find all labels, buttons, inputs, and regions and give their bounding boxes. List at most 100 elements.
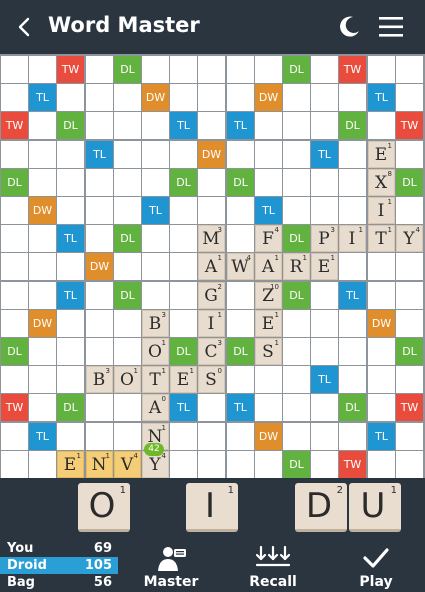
- premium-square-dl[interactable]: DL: [396, 169, 423, 196]
- board-square[interactable]: [283, 197, 310, 224]
- premium-square-tl[interactable]: TL: [255, 197, 282, 224]
- premium-square-tw[interactable]: TW: [396, 112, 423, 139]
- board-square[interactable]: [57, 423, 84, 450]
- board-square[interactable]: [283, 84, 310, 111]
- placed-tile-new[interactable]: V4: [114, 451, 141, 478]
- board-square[interactable]: [339, 253, 366, 280]
- board-square[interactable]: [57, 141, 84, 168]
- premium-square-tl[interactable]: TL: [170, 394, 197, 421]
- board-square[interactable]: [114, 253, 141, 280]
- board-square[interactable]: [29, 225, 56, 252]
- board-square[interactable]: [57, 253, 84, 280]
- board-square[interactable]: [368, 253, 395, 280]
- board-square[interactable]: [29, 338, 56, 365]
- board-square[interactable]: [283, 423, 310, 450]
- board-square[interactable]: [311, 197, 338, 224]
- board-square[interactable]: [227, 225, 254, 252]
- board-square[interactable]: [339, 141, 366, 168]
- rack-tile[interactable]: U1: [349, 483, 401, 532]
- board-square[interactable]: [283, 112, 310, 139]
- board-square[interactable]: [368, 394, 395, 421]
- board-square[interactable]: [198, 112, 225, 139]
- board-square[interactable]: [142, 169, 169, 196]
- premium-square-tl[interactable]: TL: [368, 423, 395, 450]
- board-square[interactable]: [86, 338, 113, 365]
- premium-square-tl[interactable]: TL: [29, 84, 56, 111]
- board-square[interactable]: [311, 394, 338, 421]
- board-square[interactable]: [311, 338, 338, 365]
- premium-square-tw[interactable]: TW: [396, 394, 423, 421]
- board-square[interactable]: [339, 366, 366, 393]
- board-square[interactable]: [396, 451, 423, 478]
- back-arrow-icon[interactable]: [14, 14, 36, 40]
- board-square[interactable]: [255, 394, 282, 421]
- premium-square-dw[interactable]: DW: [255, 84, 282, 111]
- premium-square-tl[interactable]: TL: [227, 112, 254, 139]
- premium-square-dl[interactable]: DL: [170, 169, 197, 196]
- board-square[interactable]: [29, 141, 56, 168]
- board-square[interactable]: [57, 197, 84, 224]
- premium-square-tl[interactable]: TL: [86, 141, 113, 168]
- premium-square-dw[interactable]: DW: [255, 423, 282, 450]
- board-square[interactable]: [368, 366, 395, 393]
- board-square[interactable]: [198, 197, 225, 224]
- board-square[interactable]: [255, 366, 282, 393]
- board-square[interactable]: [29, 253, 56, 280]
- premium-square-dl[interactable]: DL: [57, 112, 84, 139]
- board-square[interactable]: [396, 366, 423, 393]
- premium-square-dl[interactable]: DL: [283, 282, 310, 309]
- board-square[interactable]: [1, 56, 28, 83]
- board-square[interactable]: [368, 112, 395, 139]
- board-square[interactable]: [227, 310, 254, 337]
- board-square[interactable]: [396, 423, 423, 450]
- board-square[interactable]: [86, 84, 113, 111]
- premium-square-tw[interactable]: TW: [1, 394, 28, 421]
- board-square[interactable]: [142, 56, 169, 83]
- board-square[interactable]: [198, 423, 225, 450]
- board-square[interactable]: [311, 84, 338, 111]
- board-square[interactable]: [227, 197, 254, 224]
- board-square[interactable]: [57, 366, 84, 393]
- board-square[interactable]: [311, 423, 338, 450]
- board-square[interactable]: [86, 310, 113, 337]
- board-square[interactable]: [114, 141, 141, 168]
- premium-square-dl[interactable]: DL: [283, 225, 310, 252]
- premium-square-tw[interactable]: TW: [57, 56, 84, 83]
- rack-tile[interactable]: I1: [186, 483, 238, 532]
- board-square[interactable]: [283, 169, 310, 196]
- board-square[interactable]: [170, 141, 197, 168]
- board-square[interactable]: [396, 310, 423, 337]
- board-square[interactable]: [170, 225, 197, 252]
- board-square[interactable]: [170, 56, 197, 83]
- board-square[interactable]: [396, 282, 423, 309]
- board-square[interactable]: [227, 282, 254, 309]
- board-square[interactable]: [368, 282, 395, 309]
- board-square[interactable]: [142, 253, 169, 280]
- master-button[interactable]: Master: [138, 538, 204, 592]
- board-square[interactable]: [255, 451, 282, 478]
- board-square[interactable]: [198, 56, 225, 83]
- board-square[interactable]: [170, 253, 197, 280]
- premium-square-dl[interactable]: DL: [283, 56, 310, 83]
- board-square[interactable]: [1, 197, 28, 224]
- board-square[interactable]: [283, 394, 310, 421]
- board-square[interactable]: [227, 451, 254, 478]
- board-square[interactable]: [311, 112, 338, 139]
- board-square[interactable]: [170, 451, 197, 478]
- board-square[interactable]: [1, 225, 28, 252]
- moon-icon[interactable]: [336, 14, 362, 40]
- board-square[interactable]: [86, 112, 113, 139]
- board-square[interactable]: [1, 282, 28, 309]
- board-square[interactable]: [142, 112, 169, 139]
- board-square[interactable]: [198, 451, 225, 478]
- premium-square-dw[interactable]: DW: [198, 141, 225, 168]
- board-square[interactable]: [170, 84, 197, 111]
- board-square[interactable]: [311, 451, 338, 478]
- board-square[interactable]: [396, 56, 423, 83]
- recall-button[interactable]: Recall: [240, 538, 306, 592]
- board-square[interactable]: [57, 169, 84, 196]
- premium-square-dl[interactable]: DL: [283, 451, 310, 478]
- premium-square-dl[interactable]: DL: [114, 225, 141, 252]
- board-square[interactable]: [1, 310, 28, 337]
- premium-square-dw[interactable]: DW: [86, 253, 113, 280]
